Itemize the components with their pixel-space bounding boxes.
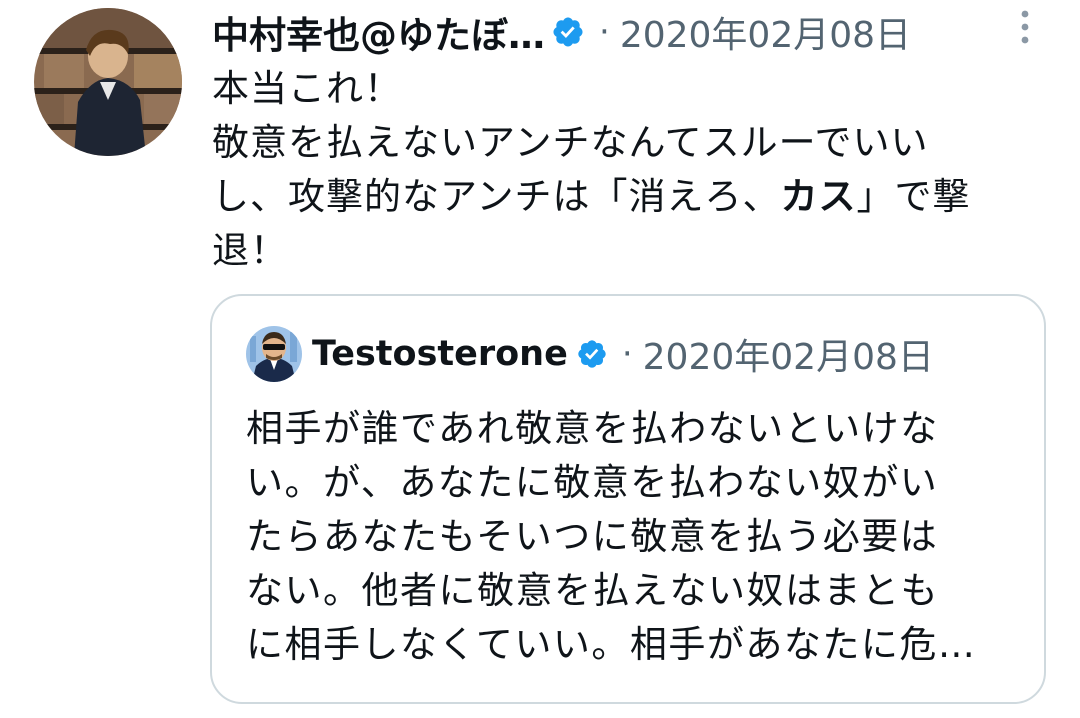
quoted-tweet-text-line: い。が、あなたに敬意を払わない奴がい (246, 461, 939, 504)
quoted-tweet-text-line: 相手が誰であれ敬意を払わないといけな (246, 407, 939, 450)
tweet-text: 本当これ！ 敬意を払えないアンチなんてスルーでいい し、攻撃的なアンチは「消えろ、カ… (212, 62, 1042, 278)
tweet-date[interactable]: 2020年02月08日 (620, 6, 911, 58)
quoted-author-name: Testosterone (312, 334, 568, 374)
tweet-text-line: 本当これ！ (212, 62, 1042, 116)
author-avatar[interactable] (34, 8, 182, 156)
author-name[interactable]: 中村幸也@ゆたぼ… (212, 5, 545, 59)
tweet-text-line: 敬意を払えないアンチなんてスルーでいい (212, 116, 1042, 170)
quoted-tweet-text-line: たらあなたもそいつに敬意を払う必要は (246, 515, 939, 558)
tweet-text-segment: し、攻撃的なアンチは「消えろ、 (212, 175, 781, 218)
avatar-image (34, 8, 182, 156)
quoted-tweet-text-line: ない。他者に敬意を払えない奴はまとも (246, 569, 939, 612)
more-vertical-icon (1021, 10, 1029, 44)
tweet-text-segment: 退！ (212, 229, 288, 272)
tweet-text-segment: 敬意を払えないアンチなんてスルーでいい (212, 121, 929, 164)
avatar-image (246, 326, 302, 382)
separator-dot: · (599, 12, 610, 52)
tweet-text-line: 退！ (212, 224, 1042, 278)
more-options-button[interactable] (1010, 8, 1040, 46)
quoted-tweet-date: 2020年02月08日 (642, 337, 934, 378)
tweet-text-segment: 」で撃 (856, 175, 971, 218)
quoted-tweet-header: Testosterone · 2020年02月08日 (312, 326, 934, 382)
quoted-tweet[interactable]: Testosterone · 2020年02月08日 相手が誰であれ敬意を払わな… (210, 294, 1046, 704)
verified-badge-icon (576, 338, 608, 370)
tweet-text-bold: カス (780, 175, 857, 218)
verified-badge-icon (551, 15, 585, 49)
tweet[interactable]: 中村幸也@ゆたぼ… · 2020年02月08日 本当これ！ 敬意を払えないアンチな… (0, 0, 1080, 718)
quoted-tweet-text: 相手が誰であれ敬意を払わないといけな い。が、あなたに敬意を払わない奴がい たらあな… (246, 402, 1026, 672)
tweet-text-segment: 本当これ！ (212, 67, 402, 110)
tweet-header: 中村幸也@ゆたぼ… · 2020年02月08日 (212, 6, 911, 58)
separator-dot: · (621, 334, 633, 374)
quoted-author-avatar (246, 326, 302, 382)
quoted-tweet-text-line: に相手しなくていい。相手があなたに危… (246, 623, 977, 666)
tweet-text-line: し、攻撃的なアンチは「消えろ、カス」で撃 (212, 170, 1042, 224)
